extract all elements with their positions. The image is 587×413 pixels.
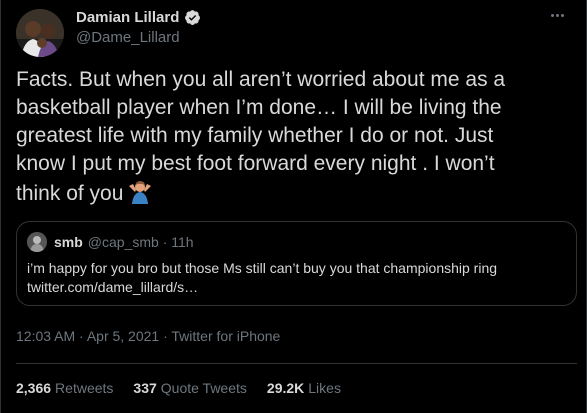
likes-label: Likes [308, 380, 341, 396]
likes-count: 29.2K [266, 380, 305, 396]
quoted-text-line: i’m happy for you bro but those Ms still… [27, 260, 498, 276]
quoted-tweet[interactable]: smb @cap_smb · 11h i’m happy for you bro… [16, 221, 577, 306]
engagement-stats: 2,366 Retweets 337 Quote Tweets 29.2K Li… [16, 380, 341, 396]
quote-tweets-label: Quote Tweets [160, 380, 247, 396]
verified-badge-icon [185, 9, 201, 25]
quoted-author-name: smb [54, 234, 83, 250]
tweet-text-line: greatest life with my family whether I d… [16, 124, 494, 147]
quoted-header: smb @cap_smb · 11h [54, 234, 194, 250]
tweet-text-line: know I put my best foot forward every ni… [16, 152, 495, 175]
tweet-text-last-line: think of you [16, 178, 576, 212]
divider [16, 363, 577, 364]
person-shrugging-emoji-icon [127, 178, 153, 212]
quoted-text: i’m happy for you bro but those Ms still… [27, 259, 562, 297]
quoted-author-avatar [27, 232, 47, 252]
tweet-timestamp[interactable]: 12:03 AM · Apr 5, 2021 · Twitter for iPh… [16, 328, 280, 344]
tweet-text: Facts. But when you all aren’t worried a… [16, 66, 576, 212]
likes-stat[interactable]: 29.2K Likes [267, 380, 341, 396]
retweets-label: Retweets [55, 380, 114, 396]
retweets-stat[interactable]: 2,366 Retweets [16, 380, 113, 396]
quoted-link[interactable]: twitter.com/dame_lillard/s… [27, 278, 562, 297]
quoted-author-meta: @cap_smb · 11h [87, 234, 194, 250]
quote-tweets-stat[interactable]: 337 Quote Tweets [133, 380, 247, 396]
quote-tweets-count: 337 [133, 380, 157, 396]
author-handle[interactable]: @Dame_Lillard [76, 29, 180, 46]
tweet-text-line: basketball player when I’m done… I will … [16, 96, 502, 119]
tweet-text-line: Facts. But when you all aren’t worried a… [16, 68, 506, 91]
author-avatar[interactable] [16, 9, 64, 57]
ellipsis-icon[interactable] [546, 6, 568, 24]
retweets-count: 2,366 [16, 380, 52, 396]
author-name-row: Damian Lillard [76, 7, 201, 27]
author-name[interactable]: Damian Lillard [76, 9, 179, 26]
tweet-text-line: think of you [16, 182, 124, 205]
tweet-detail: Damian Lillard @Dame_Lillard Facts. But … [0, 0, 587, 413]
